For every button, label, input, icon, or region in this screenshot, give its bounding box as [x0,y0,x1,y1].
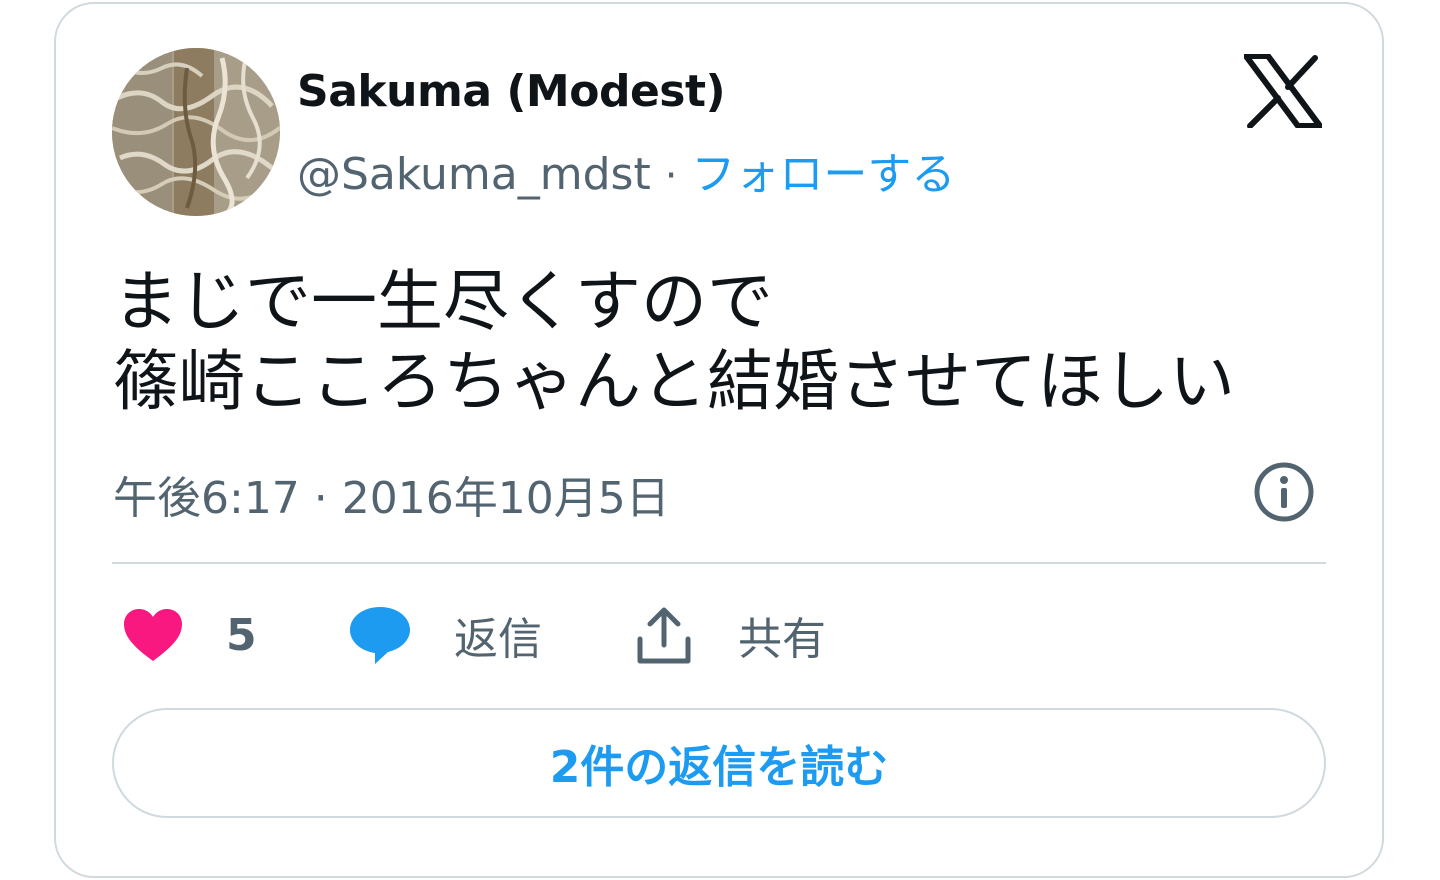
read-replies-label: 2件の返信を読む [549,742,889,793]
handle-row: @Sakuma_mdst · フォローする [297,138,955,202]
user-handle[interactable]: @Sakuma_mdst [297,149,651,200]
read-replies-button[interactable]: 2件の返信を読む [112,708,1326,818]
tweet-text-line-1: まじで一生尽くすので [113,263,773,340]
like-count: 5 [226,609,257,661]
separator-dot: · [664,153,678,199]
tweet-text: まじで一生尽くすので 篠崎こころちゃんと結婚させてほしい [113,262,1343,422]
avatar[interactable] [112,48,280,216]
display-name[interactable]: Sakuma (Modest) [297,66,726,117]
info-icon[interactable] [1252,460,1316,524]
like-button[interactable]: 5 [122,600,257,670]
x-logo-icon[interactable] [1244,54,1322,128]
reply-button[interactable]: 返信 [348,600,542,670]
avatar-image [112,48,280,216]
follow-button[interactable]: フォローする [691,138,955,202]
reply-label: 返信 [454,614,542,665]
heart-icon [124,609,182,661]
share-upload-icon [637,607,691,664]
share-button[interactable]: 共有 [636,600,826,670]
tweet-text-line-2: 篠崎こころちゃんと結婚させてほしい [113,343,1235,420]
divider [112,562,1326,564]
speech-bubble-icon [350,607,410,664]
tweet-timestamp[interactable]: 午後6:17 · 2016年10月5日 [113,462,670,526]
share-label: 共有 [738,614,826,665]
